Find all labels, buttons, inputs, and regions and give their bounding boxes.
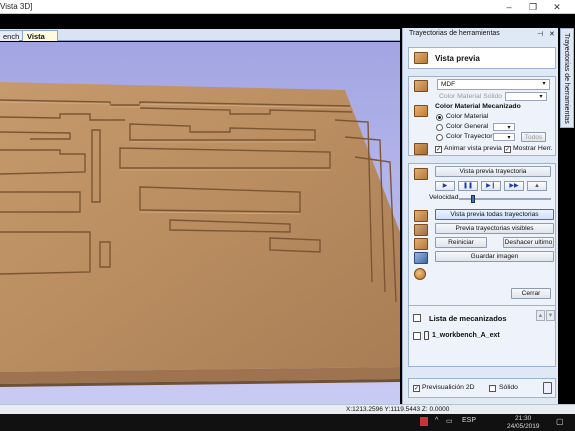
reset-icon [414, 238, 428, 250]
solid-color-select[interactable]: ▾ [505, 92, 547, 101]
step-icon[interactable]: ▶❙ [481, 181, 501, 191]
animate-icon [414, 143, 428, 155]
toolpath-type-icon [424, 331, 429, 340]
clock-date[interactable]: 24/05/2019 [507, 423, 540, 430]
solid-checkbox[interactable] [489, 385, 496, 392]
material-settings-icon[interactable] [414, 268, 426, 280]
toolpath-list-title: Lista de mecanizados [429, 314, 507, 323]
animate-label: Animar vista previa [444, 145, 502, 152]
chevron-down-icon: ▾ [507, 125, 511, 131]
move-up-icon[interactable]: ▲ [536, 310, 545, 321]
end-icon[interactable]: ▶▶ [504, 181, 524, 191]
save-image-icon [414, 252, 428, 264]
radio-color-trayectoria[interactable] [436, 134, 443, 141]
play-icon[interactable]: ▶ [435, 181, 455, 191]
material-select-value: MDF [441, 81, 456, 88]
material-icon [414, 80, 428, 92]
material-section: MDF ▾ Color Material Sólido ▾ Color Mate… [408, 76, 556, 156]
window-title: Vista 3D] [0, 2, 33, 11]
tab-vista-3d[interactable]: Vista 3D [22, 30, 58, 52]
taskbar: ^ ▭ ESP 21:30 24/05/2019 ▢ [0, 414, 575, 431]
trayectoria-color-select[interactable]: ▾ [493, 133, 515, 141]
show-tool-checkbox[interactable]: ✓ [504, 146, 511, 153]
panel-title: Trayectorias de herramientas ⊣ ✕ [403, 28, 558, 40]
chevron-down-icon: ▾ [542, 81, 546, 87]
pin-icon[interactable]: ⊣ [537, 29, 543, 41]
machined-color-title: Color Material Mecanizado [435, 103, 521, 110]
show-tool-label: Mostrar Herr. [513, 145, 553, 152]
playback-controls: ▶ ❚❚ ▶❙ ▶▶ ▲ [435, 181, 555, 192]
side-tab-label: Trayectorias de herramientas [563, 33, 570, 124]
language-indicator[interactable]: ESP [462, 417, 476, 424]
speed-label: Velocidad [429, 194, 459, 201]
network-icon[interactable]: ▭ [446, 417, 453, 425]
general-color-select[interactable]: ▾ [493, 123, 515, 131]
panel-close-icon[interactable]: ✕ [549, 29, 555, 41]
document-tabs: ench_A Vista 3D [0, 29, 400, 52]
preview-title: Vista previa [435, 54, 480, 63]
document-icon[interactable] [543, 382, 552, 394]
toolpath-list: Lista de mecanizados ▲ ▼ 1_workbench_A_e… [408, 305, 556, 367]
todos-button[interactable]: Todos [521, 132, 546, 142]
panel-title-text: Trayectorias de herramientas [409, 30, 500, 37]
toolpaths-panel: Trayectorias de herramientas ⊣ ✕ Vista p… [402, 28, 558, 404]
speed-slider-handle[interactable] [471, 195, 475, 203]
move-down-icon[interactable]: ▼ [546, 310, 555, 321]
toolpath-checkbox[interactable] [413, 332, 421, 340]
chevron-down-icon: ▾ [539, 94, 543, 100]
close-button[interactable]: Cerrar [511, 288, 551, 299]
machined-icon [414, 105, 428, 117]
radio-color-general[interactable] [436, 124, 443, 131]
path-preview-icon [414, 168, 428, 180]
radio-color-material[interactable] [436, 114, 443, 121]
animate-checkbox[interactable]: ✓ [435, 146, 442, 153]
title-bar: Vista 3D] – ❐ ✕ [0, 0, 575, 14]
preview-path-button[interactable]: Vista previa trayectoria [435, 166, 551, 177]
preview-2d-label: Previsualición 2D [422, 384, 475, 391]
preview-2d-checkbox[interactable]: ✓ [413, 385, 420, 392]
radio-color-trayectoria-label: Color Trayectoria [446, 133, 498, 140]
app-tray-icon[interactable] [420, 417, 428, 426]
preview-visible-icon [414, 224, 428, 236]
stop-icon[interactable]: ▲ [527, 181, 547, 191]
preview-controls: Vista previa trayectoria ▶ ❚❚ ▶❙ ▶▶ ▲ Ve… [408, 163, 556, 314]
save-image-button[interactable]: Guardar imagen [435, 251, 554, 262]
solid-color-label: Color Material Sólido [439, 93, 503, 100]
reset-button[interactable]: Reiniciar [435, 237, 487, 248]
select-all-checkbox[interactable] [413, 314, 421, 322]
preview-header: Vista previa [408, 47, 556, 69]
preview-visible-button[interactable]: Previa trayectorias visibles [435, 223, 554, 234]
side-tab-toolpaths[interactable]: Trayectorias de herramientas [560, 28, 574, 128]
undo-last-button[interactable]: Deshacer ultimo [503, 237, 554, 248]
radio-color-general-label: Color General [446, 123, 489, 130]
maximize-icon[interactable]: ❐ [521, 0, 545, 14]
close-icon[interactable]: ✕ [545, 0, 569, 14]
view-options: ✓ Previsualición 2D Sólido [408, 378, 556, 398]
preview-all-icon [414, 210, 428, 222]
preview-icon [414, 52, 428, 64]
solid-label: Sólido [499, 384, 518, 391]
3d-viewport[interactable] [0, 42, 400, 404]
wood-sheet-render [0, 82, 400, 387]
notification-icon[interactable]: ▢ [556, 417, 564, 426]
clock-time[interactable]: 21:30 [515, 415, 531, 422]
pause-icon[interactable]: ❚❚ [458, 181, 478, 191]
status-bar: X:1213.2596 Y:1119.5443 Z: 0.0000 [0, 404, 575, 414]
radio-color-material-label: Color Material [446, 113, 489, 120]
minimize-icon[interactable]: – [497, 0, 521, 14]
chevron-up-icon[interactable]: ^ [435, 417, 438, 424]
toolpath-name: 1_workbench_A_ext [432, 332, 500, 339]
chevron-down-icon: ▾ [507, 135, 511, 141]
list-item[interactable]: 1_workbench_A_ext [409, 330, 555, 342]
preview-all-button[interactable]: Vista previa todas trayectorias [435, 209, 554, 220]
material-select[interactable]: MDF ▾ [437, 79, 550, 90]
